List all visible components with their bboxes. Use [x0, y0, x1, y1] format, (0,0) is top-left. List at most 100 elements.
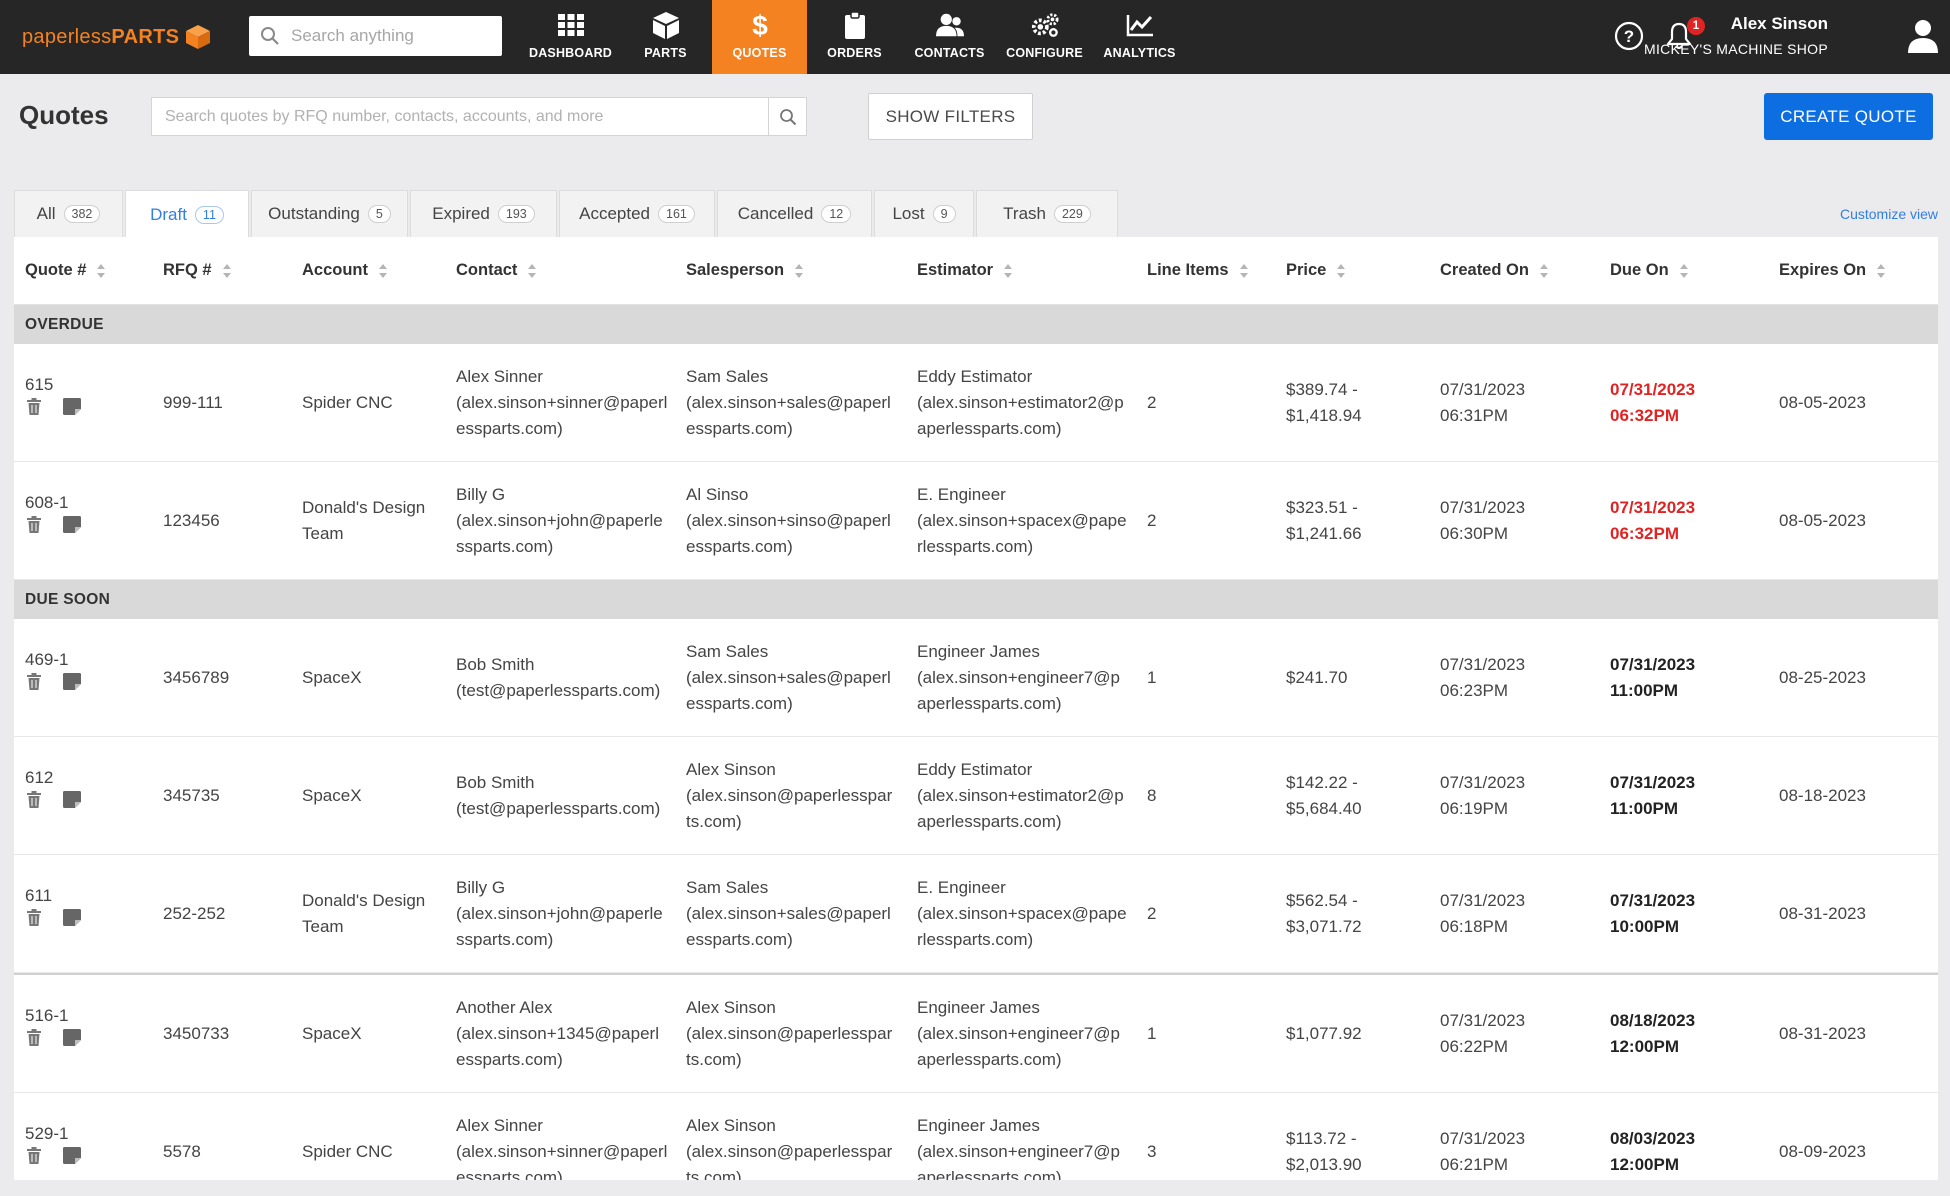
salesperson-info-line: ts.com) — [686, 1168, 742, 1180]
user-avatar-icon[interactable] — [1908, 19, 1938, 53]
salesperson-info-line: (alex.sinson@paperlesspar — [686, 1024, 893, 1043]
account-name: SpaceX — [302, 975, 362, 1093]
estimator-info: E. Engineer (alex.sinson+spacex@pape rless… — [917, 855, 1127, 973]
quote-number-link[interactable]: 516-1 — [25, 1005, 81, 1027]
table-row[interactable]: 529-1 5578 Spider CNC Alex Sinner (alex.sins… — [14, 1093, 1938, 1180]
account-name-line: SpaceX — [302, 786, 362, 805]
notes-icon[interactable] — [63, 516, 81, 533]
column-header-line-items[interactable]: Line Items — [1147, 261, 1249, 280]
column-header-quote[interactable]: Quote # — [25, 261, 106, 280]
column-header-estimator[interactable]: Estimator — [917, 261, 1013, 280]
column-header-created-on[interactable]: Created On — [1440, 261, 1549, 280]
trash-icon[interactable] — [27, 673, 41, 690]
group-header-due-soon: DUE SOON — [14, 580, 1938, 619]
salesperson-info-line: Sam Sales — [686, 878, 769, 897]
price-range: $113.72 - $2,013.90 — [1286, 1093, 1362, 1180]
table-row[interactable]: 608-1 123456 Donald's Design Team Billy G (al… — [14, 462, 1938, 580]
quote-number-link[interactable]: 611 — [25, 885, 81, 907]
due-on-date: 07/31/2023 06:32PM — [1610, 462, 1695, 580]
account-name-line: Spider CNC — [302, 393, 393, 412]
tab-draft[interactable]: Draft 11 — [125, 190, 249, 238]
contact-info-line: Alex Sinner — [456, 1116, 543, 1135]
tab-count-badge: 12 — [821, 205, 852, 223]
tab-all[interactable]: All 382 — [14, 190, 123, 237]
trash-icon[interactable] — [27, 516, 41, 533]
table-row[interactable]: 615 999-111 Spider CNC Alex Sinner (alex.sin… — [14, 344, 1938, 462]
nav-quotes[interactable]: $ QUOTES — [712, 0, 807, 74]
tab-trash[interactable]: Trash 229 — [976, 190, 1118, 237]
tab-label: Trash — [1003, 204, 1046, 223]
customize-view-link[interactable]: Customize view — [1840, 206, 1938, 222]
column-header-expires-on[interactable]: Expires On — [1779, 261, 1886, 280]
nav-quotes-label: QUOTES — [732, 46, 787, 60]
show-filters-button[interactable]: SHOW FILTERS — [868, 93, 1033, 140]
tab-outstanding[interactable]: Outstanding 5 — [251, 190, 408, 237]
nav-orders[interactable]: ORDERS — [807, 0, 902, 74]
create-quote-button[interactable]: CREATE QUOTE — [1764, 93, 1933, 140]
notes-icon[interactable] — [63, 791, 81, 808]
due-on-date: 07/31/2023 11:00PM — [1610, 619, 1695, 737]
notes-icon[interactable] — [63, 909, 81, 926]
contact-info-line: (alex.sinson+john@paperle — [456, 511, 663, 530]
notes-icon[interactable] — [63, 1147, 81, 1164]
tab-expired[interactable]: Expired 193 — [410, 190, 557, 237]
price-range-line: $323.51 - — [1286, 498, 1358, 517]
price-range-line: $241.70 — [1286, 668, 1348, 687]
quote-search-input[interactable] — [152, 98, 768, 135]
notes-icon[interactable] — [63, 398, 81, 415]
nav-analytics[interactable]: ANALYTICS — [1092, 0, 1187, 74]
quote-number-cell: 516-1 — [25, 1005, 81, 1046]
due-on-date: 07/31/2023 11:00PM — [1610, 737, 1695, 855]
price-range-line: $389.74 - — [1286, 380, 1358, 399]
contact-info: Bob Smith (test@paperlessparts.com) — [456, 619, 660, 737]
trash-icon[interactable] — [27, 398, 41, 415]
table-row[interactable]: 612 345735 SpaceX Bob Smith (test@paperlessp… — [14, 737, 1938, 855]
help-icon[interactable]: ? — [1613, 20, 1645, 52]
trash-icon[interactable] — [27, 791, 41, 808]
tab-accepted[interactable]: Accepted 161 — [559, 190, 715, 237]
column-header-price[interactable]: Price — [1286, 261, 1346, 280]
column-header-due-on[interactable]: Due On — [1610, 261, 1689, 280]
nav-dashboard-label: DASHBOARD — [528, 46, 613, 60]
nav-configure[interactable]: CONFIGURE — [997, 0, 1092, 74]
tab-cancelled[interactable]: Cancelled 12 — [717, 190, 872, 237]
notes-icon[interactable] — [63, 1029, 81, 1046]
global-search-input[interactable] — [291, 26, 491, 46]
nav-parts[interactable]: PARTS — [618, 0, 713, 74]
quote-number-link[interactable]: 529-1 — [25, 1123, 81, 1145]
trash-icon[interactable] — [27, 1029, 41, 1046]
quote-number-link[interactable]: 469-1 — [25, 649, 81, 671]
trash-icon[interactable] — [27, 1147, 41, 1164]
quote-number-link[interactable]: 615 — [25, 374, 81, 396]
brand-logo[interactable]: paperlessPARTS — [22, 20, 211, 54]
nav-contacts[interactable]: CONTACTS — [902, 0, 997, 74]
estimator-info-line: (alex.sinson+spacex@pape — [917, 904, 1127, 923]
contact-info: Alex Sinner (alex.sinson+sinner@paperl ess… — [456, 344, 667, 462]
global-search[interactable] — [249, 16, 502, 56]
column-header-contact[interactable]: Contact — [456, 261, 537, 280]
rfq-number: 252-252 — [163, 855, 225, 973]
user-shop-name: MICKEY'S MACHINE SHOP — [1644, 41, 1828, 57]
estimator-info: Engineer James (alex.sinson+engineer7@p ap… — [917, 1093, 1120, 1180]
quote-search[interactable] — [151, 97, 807, 136]
estimator-info-line: (alex.sinson+engineer7@p — [917, 668, 1120, 687]
tab-lost[interactable]: Lost 9 — [874, 190, 974, 237]
column-header-rfq[interactable]: RFQ # — [163, 261, 232, 280]
quote-search-button[interactable] — [768, 98, 806, 135]
user-name[interactable]: Alex Sinson — [1731, 14, 1828, 34]
column-header-account[interactable]: Account — [302, 261, 388, 280]
salesperson-info-line: (alex.sinson@paperlesspar — [686, 1142, 893, 1161]
column-header-salesperson[interactable]: Salesperson — [686, 261, 804, 280]
nav-dashboard[interactable]: DASHBOARD — [523, 0, 618, 74]
table-row[interactable]: 516-1 3450733 SpaceX Another Alex (alex.sins… — [14, 975, 1938, 1093]
salesperson-info-line: Alex Sinson — [686, 1116, 776, 1135]
quote-number-link[interactable]: 608-1 — [25, 492, 81, 514]
table-row[interactable]: 611 252-252 Donald's Design Team Billy G (ale… — [14, 855, 1938, 973]
table-row[interactable]: 469-1 3456789 SpaceX Bob Smith (test@paperle… — [14, 619, 1938, 737]
notes-icon[interactable] — [63, 673, 81, 690]
quote-number-link[interactable]: 612 — [25, 767, 81, 789]
line-items-count: 2 — [1147, 462, 1156, 580]
trash-icon[interactable] — [27, 909, 41, 926]
expires-on-date: 08-05-2023 — [1779, 462, 1866, 580]
tab-label: Draft — [150, 204, 187, 224]
